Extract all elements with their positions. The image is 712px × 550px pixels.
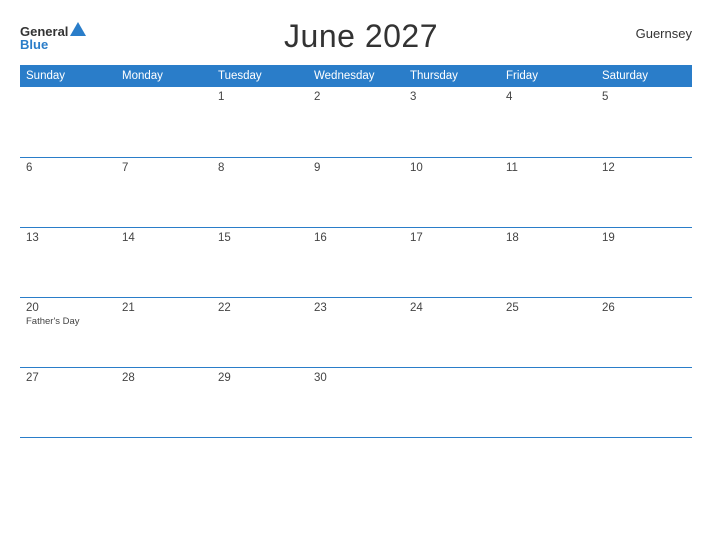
day-number: 12 xyxy=(602,162,686,174)
calendar-day-cell: 26 xyxy=(596,297,692,367)
day-number: 20 xyxy=(26,302,110,314)
calendar-table: Sunday Monday Tuesday Wednesday Thursday… xyxy=(20,65,692,438)
day-number: 26 xyxy=(602,302,686,314)
day-number: 21 xyxy=(122,302,206,314)
calendar-day-cell xyxy=(596,367,692,437)
day-number: 1 xyxy=(218,91,302,103)
calendar-week-row: 20 Father's Day 21 22 23 24 25 26 xyxy=(20,297,692,367)
col-saturday: Saturday xyxy=(596,65,692,87)
calendar-day-cell: 24 xyxy=(404,297,500,367)
day-number: 9 xyxy=(314,162,398,174)
day-number: 3 xyxy=(410,91,494,103)
day-number: 24 xyxy=(410,302,494,314)
calendar-day-cell: 9 xyxy=(308,157,404,227)
page: General Blue June 2027 Guernsey Sunday M… xyxy=(0,0,712,550)
day-number: 18 xyxy=(506,232,590,244)
calendar-day-cell: 19 xyxy=(596,227,692,297)
calendar-day-cell: 28 xyxy=(116,367,212,437)
day-number: 5 xyxy=(602,91,686,103)
day-number: 4 xyxy=(506,91,590,103)
day-number: 13 xyxy=(26,232,110,244)
col-sunday: Sunday xyxy=(20,65,116,87)
calendar-day-cell: 23 xyxy=(308,297,404,367)
calendar-day-cell: 7 xyxy=(116,157,212,227)
calendar-day-cell: 21 xyxy=(116,297,212,367)
day-number: 15 xyxy=(218,232,302,244)
day-number: 14 xyxy=(122,232,206,244)
day-number: 19 xyxy=(602,232,686,244)
calendar-week-row: 12345 xyxy=(20,87,692,157)
day-number: 27 xyxy=(26,372,110,384)
logo-blue-text: Blue xyxy=(20,38,48,51)
calendar-day-cell: 17 xyxy=(404,227,500,297)
day-number: 23 xyxy=(314,302,398,314)
col-wednesday: Wednesday xyxy=(308,65,404,87)
col-tuesday: Tuesday xyxy=(212,65,308,87)
calendar-day-cell: 13 xyxy=(20,227,116,297)
day-number: 8 xyxy=(218,162,302,174)
day-number: 17 xyxy=(410,232,494,244)
calendar-day-cell: 16 xyxy=(308,227,404,297)
col-friday: Friday xyxy=(500,65,596,87)
col-monday: Monday xyxy=(116,65,212,87)
calendar-day-cell xyxy=(404,367,500,437)
calendar-day-cell: 4 xyxy=(500,87,596,157)
region-label: Guernsey xyxy=(636,26,692,41)
col-thursday: Thursday xyxy=(404,65,500,87)
calendar-week-row: 13 14 15 16 17 18 19 xyxy=(20,227,692,297)
day-number: 28 xyxy=(122,372,206,384)
calendar-day-cell: 20 Father's Day xyxy=(20,297,116,367)
calendar-day-cell: 25 xyxy=(500,297,596,367)
calendar-day-cell: 27 xyxy=(20,367,116,437)
calendar-week-row: 27 28 29 30 xyxy=(20,367,692,437)
day-event-label: Father's Day xyxy=(26,316,110,327)
calendar-day-cell: 12 xyxy=(596,157,692,227)
calendar-day-cell xyxy=(20,87,116,157)
day-number: 2 xyxy=(314,91,398,103)
calendar-day-cell xyxy=(500,367,596,437)
calendar-day-cell: 29 xyxy=(212,367,308,437)
calendar-day-cell: 8 xyxy=(212,157,308,227)
calendar-day-cell: 5 xyxy=(596,87,692,157)
calendar-day-cell: 2 xyxy=(308,87,404,157)
calendar-week-row: 6789 10 11 12 xyxy=(20,157,692,227)
calendar-day-cell: 30 xyxy=(308,367,404,437)
logo-triangle-icon xyxy=(70,22,86,36)
calendar-day-cell: 10 xyxy=(404,157,500,227)
month-title: June 2027 xyxy=(284,18,438,55)
calendar-day-cell: 6 xyxy=(20,157,116,227)
calendar-day-cell: 22 xyxy=(212,297,308,367)
calendar-day-cell: 1 xyxy=(212,87,308,157)
calendar-day-cell: 11 xyxy=(500,157,596,227)
header: General Blue June 2027 Guernsey xyxy=(20,18,692,55)
calendar-header-row: Sunday Monday Tuesday Wednesday Thursday… xyxy=(20,65,692,87)
day-number: 30 xyxy=(314,372,398,384)
day-number: 6 xyxy=(26,162,110,174)
logo: General Blue xyxy=(20,22,86,51)
day-number: 10 xyxy=(410,162,494,174)
day-number: 29 xyxy=(218,372,302,384)
day-number: 16 xyxy=(314,232,398,244)
day-number: 22 xyxy=(218,302,302,314)
calendar-day-cell: 18 xyxy=(500,227,596,297)
day-number: 7 xyxy=(122,162,206,174)
calendar-day-cell: 14 xyxy=(116,227,212,297)
day-number: 11 xyxy=(506,162,590,174)
calendar-day-cell: 15 xyxy=(212,227,308,297)
calendar-day-cell xyxy=(116,87,212,157)
calendar-day-cell: 3 xyxy=(404,87,500,157)
day-number: 25 xyxy=(506,302,590,314)
